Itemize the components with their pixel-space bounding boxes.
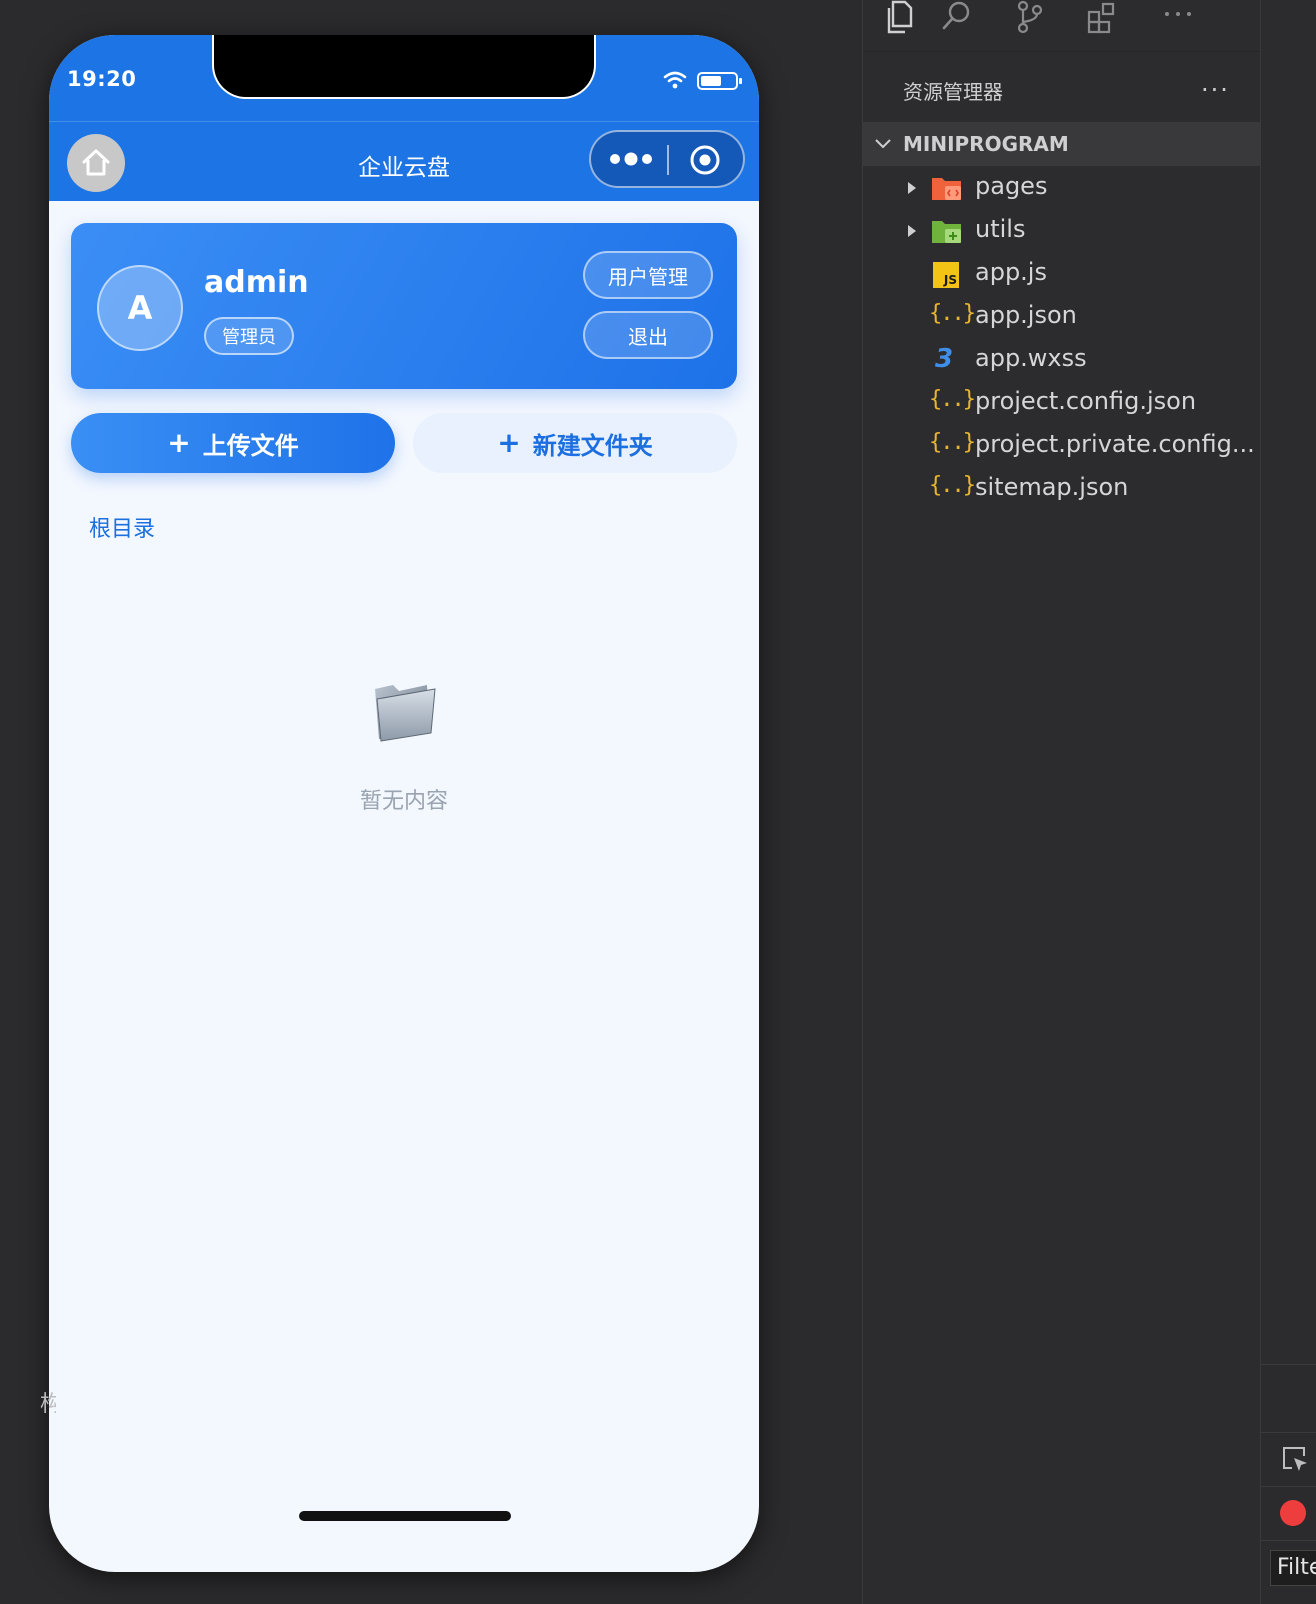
divider [1260,1540,1316,1541]
plus-icon: + [167,426,191,459]
activity-bar [863,0,1261,52]
tree-item-label: project.private.config... [975,430,1255,458]
plus-icon: + [497,426,521,459]
status-bar: 19:20 [49,35,759,121]
json-file-icon: {..} [929,387,976,412]
new-folder-label: 新建文件夹 [532,431,653,460]
capsule-divider [667,145,669,175]
tree-item-label: app.js [975,258,1047,286]
debug-panel-tab[interactable]: 构 [40,1386,56,1418]
file-explorer: 资源管理器 ··· MINIPROGRAM pages utils JS app… [862,0,1261,1604]
more-icon[interactable] [1161,0,1195,34]
empty-state-text: 暂无内容 [359,789,448,814]
tree-item-project-config[interactable]: {..} project.config.json [863,381,1261,425]
user-card: A admin 管理员 用户管理 退出 [71,223,737,389]
more-dots-icon [610,152,652,166]
tree-item-app-wxss[interactable]: 3 app.wxss [863,338,1261,382]
tree-item-utils[interactable]: utils [863,209,1261,253]
json-file-icon: {..} [929,430,976,455]
close-miniprogram-button[interactable] [689,144,721,176]
logout-button[interactable]: 退出 [583,311,713,359]
user-manage-button[interactable]: 用户管理 [583,251,713,299]
explorer-title: 资源管理器 [903,80,1003,104]
more-menu-button[interactable] [607,146,655,172]
tree-item-label: pages [975,172,1048,200]
chevron-down-icon [875,139,891,149]
chevron-right-icon [908,225,916,237]
tree-item-label: project.config.json [975,387,1197,415]
simulator-area: 19:20 企业云盘 A admin 管理员 用户管理 退出 + 上传文件 + … [0,0,862,1604]
js-file-icon: JS [933,262,959,288]
tree-item-label: sitemap.json [975,473,1129,501]
status-time: 19:20 [67,67,137,91]
role-badge: 管理员 [204,317,294,355]
utils-folder-icon [932,221,961,243]
tree-item-app-json[interactable]: {..} app.json [863,295,1261,339]
new-folder-button[interactable]: + 新建文件夹 [413,413,737,473]
divider [1260,1486,1316,1487]
tree-item-label: app.wxss [975,344,1087,372]
username: admin [204,265,309,300]
pages-folder-icon [932,178,961,200]
chevron-right-icon [908,182,916,194]
upload-file-label: 上传文件 [202,431,299,460]
workspace-section-header[interactable]: MINIPROGRAM [863,122,1261,166]
folder-icon [375,685,436,742]
files-icon[interactable] [883,0,917,34]
explorer-more-button[interactable]: ··· [1201,76,1230,104]
home-indicator [299,1511,511,1521]
json-file-icon: {..} [929,473,976,498]
divider [1260,1432,1316,1433]
tree-item-label: app.json [975,301,1077,329]
tree-item-pages[interactable]: pages [863,166,1261,210]
nav-bar: 企业云盘 [49,121,759,201]
tree-item-project-private-config[interactable]: {..} project.private.config... [863,424,1261,468]
record-button[interactable] [1280,1500,1306,1526]
battery-icon [697,72,742,90]
notch [212,35,596,99]
phone-frame: 19:20 企业云盘 A admin 管理员 用户管理 退出 + 上传文件 + … [49,35,759,1572]
css-file-icon: 3 [935,344,954,374]
upload-file-button[interactable]: + 上传文件 [71,413,395,473]
search-icon[interactable] [939,0,973,34]
breadcrumb[interactable]: 根目录 [89,511,155,543]
tree-item-label: utils [975,215,1026,243]
json-file-icon: {..} [929,301,976,326]
extensions-icon[interactable] [1085,0,1119,34]
filter-input[interactable]: Filte [1270,1550,1316,1586]
capsule-menu [589,130,745,188]
avatar: A [97,265,183,351]
workspace-name: MINIPROGRAM [903,132,1069,156]
tree-item-app-js[interactable]: JS app.js [863,252,1261,296]
debug-panel [1260,0,1316,1604]
tree-item-sitemap[interactable]: {..} sitemap.json [863,467,1261,511]
wifi-icon [663,71,687,89]
inspect-element-icon[interactable] [1280,1444,1310,1474]
source-control-icon[interactable] [1013,0,1047,34]
